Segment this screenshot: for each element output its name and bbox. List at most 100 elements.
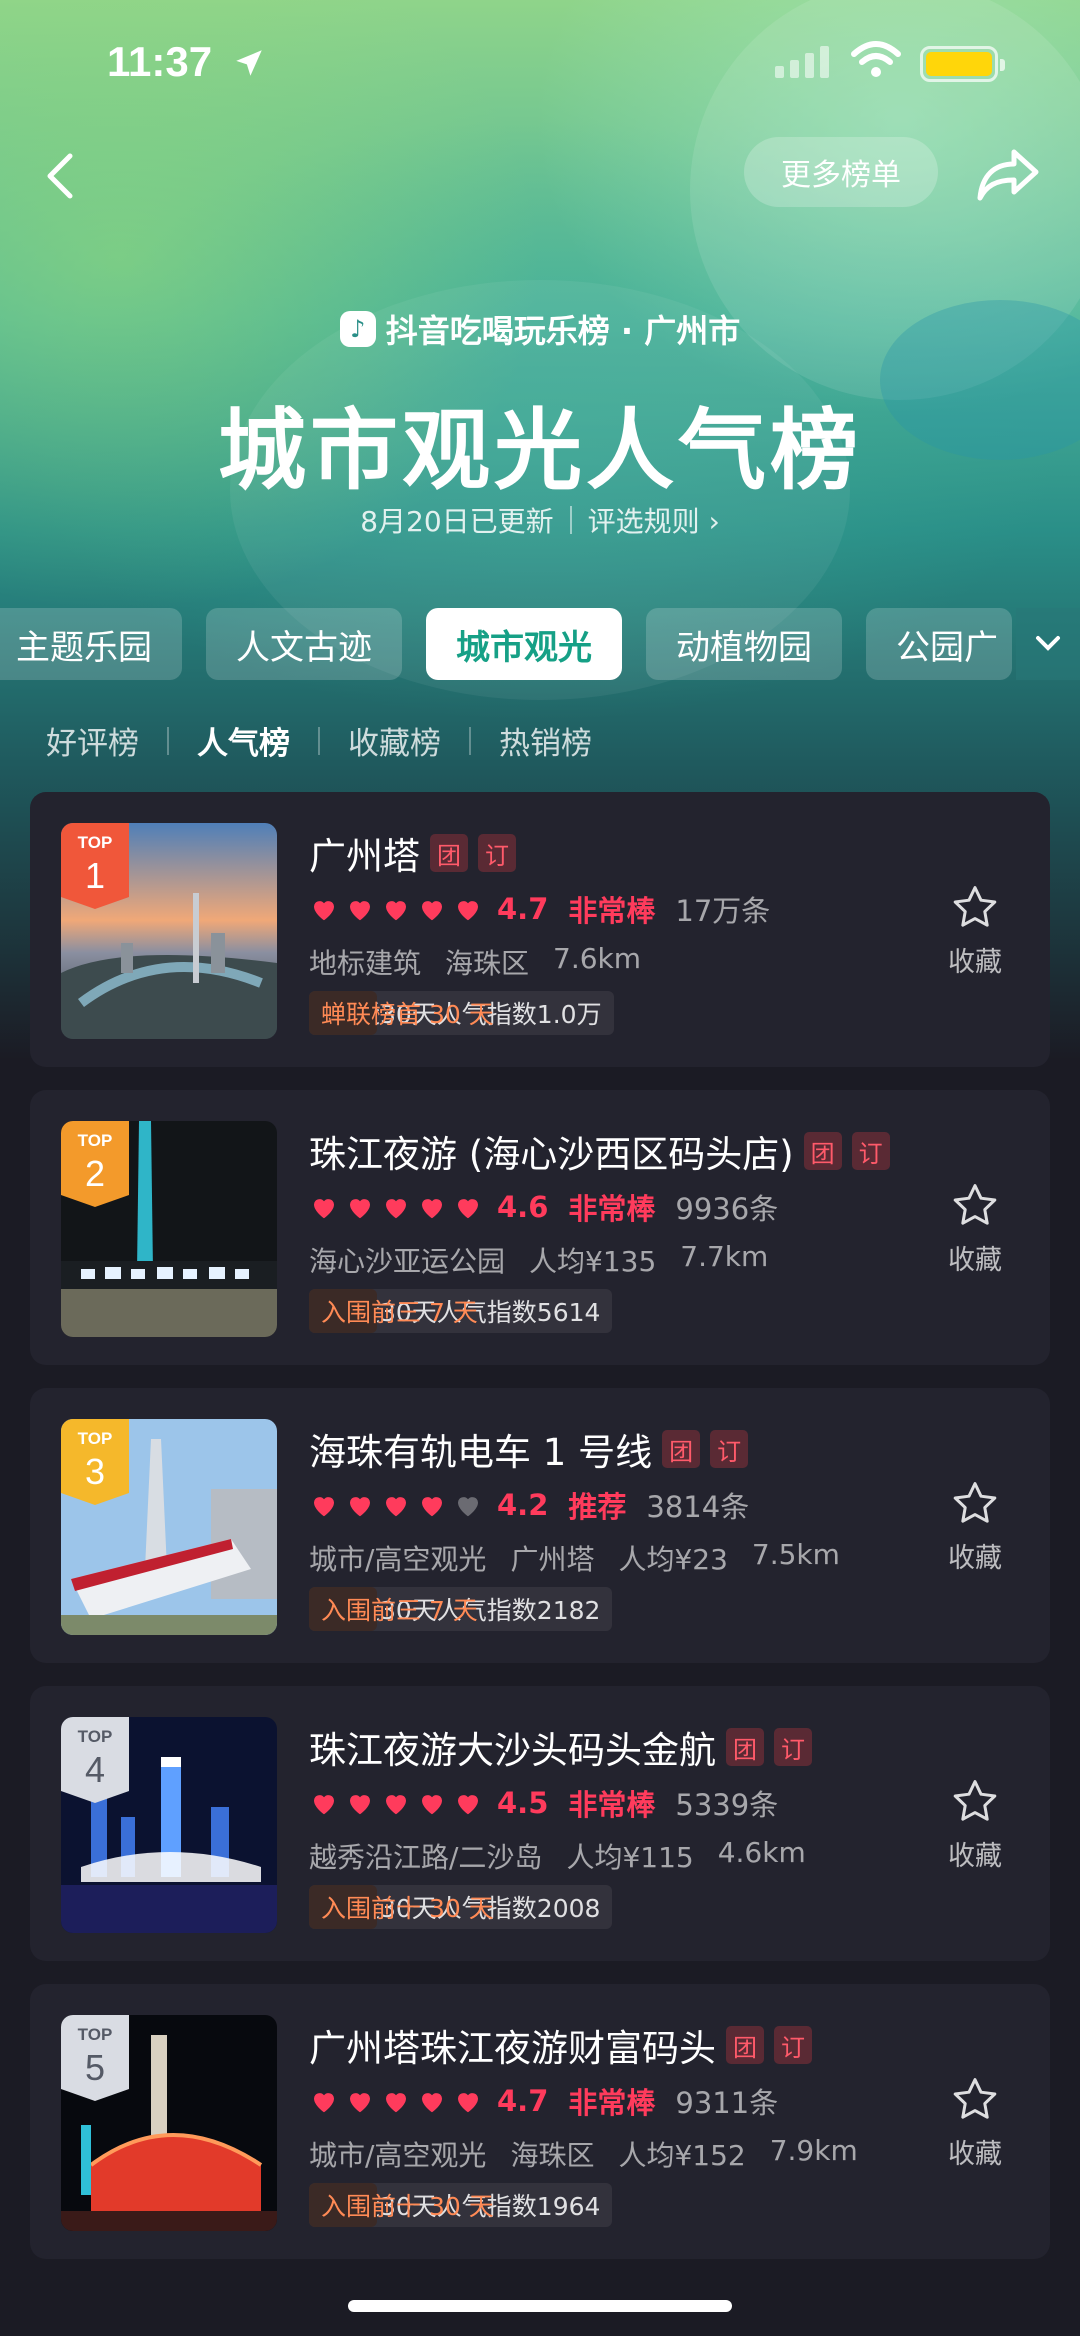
back-icon[interactable]: [40, 148, 80, 204]
list-item[interactable]: TOP 2 珠江夜游 (海心沙西区码头店) 团 订 4.6 非常棒 9936条 …: [30, 1090, 1050, 1365]
attraction-name[interactable]: 珠江夜游 (海心沙西区码头店): [309, 1124, 794, 1178]
rank-number: 5: [84, 2047, 106, 2088]
meta-item: 人均¥23: [618, 1543, 728, 1576]
brand-line: ♪ 抖音吃喝玩乐榜 · 广州市: [0, 306, 1080, 352]
star-icon: [953, 886, 997, 927]
meta-item: 广州塔: [510, 1543, 595, 1576]
tab-park[interactable]: 公园广: [866, 608, 1012, 680]
ranking-badge: 入围前三 7 天: [309, 1289, 478, 1333]
favorite-button[interactable]: 收藏: [930, 1182, 1020, 1277]
heart-rating-icon: [350, 2093, 370, 2113]
heart-rating-icon: [386, 1497, 406, 1517]
heart-rating-icon: [350, 1795, 370, 1815]
group-buy-tag: 团: [803, 1132, 842, 1170]
meta-item: 越秀沿江路/二沙岛: [309, 1841, 543, 1874]
favorite-button[interactable]: 收藏: [930, 884, 1020, 979]
heart-rating-icon: [422, 2093, 442, 2113]
rank-number: 1: [84, 855, 106, 896]
tab-city-sightseeing[interactable]: 城市观光: [426, 608, 622, 680]
rating-row: 4.5 非常棒 5339条: [309, 1782, 778, 1824]
group-buy-tag: 团: [726, 1728, 764, 1766]
chevron-right-icon: ›: [708, 505, 720, 538]
rating-row: 4.7 非常棒 9311条: [309, 2080, 778, 2122]
reservation-tag: 订: [774, 2026, 812, 2064]
attraction-thumbnail[interactable]: TOP 2: [61, 1121, 277, 1337]
meta-item: 人均¥135: [529, 1245, 657, 1278]
heart-rating-icon: [350, 901, 370, 921]
ranking-badge: 入围前三 7 天: [309, 1587, 478, 1631]
rating-score: 4.7: [497, 2084, 549, 2118]
location-arrow-icon: [236, 50, 262, 76]
heart-rating-icon: [350, 1497, 370, 1517]
reservation-tag: 订: [710, 1430, 749, 1468]
group-buy-tag: 团: [430, 834, 468, 872]
meta-item: 海心沙亚运公园: [309, 1245, 506, 1278]
rating-row: 4.6 非常棒 9936条: [309, 1186, 778, 1228]
list-item[interactable]: TOP 5 广州塔珠江夜游财富码头 团 订 4.7 非常棒 9311条 城市/高…: [30, 1984, 1050, 2259]
rating-row: 4.2 推荐 3814条: [309, 1484, 749, 1526]
heart-rating-icon: [386, 1795, 406, 1815]
attraction-name[interactable]: 珠江夜游大沙头码头金航: [309, 1720, 716, 1774]
attraction-name[interactable]: 海珠有轨电车 1 号线: [309, 1422, 652, 1476]
rank-number: 3: [84, 1451, 106, 1492]
meta-item: 7.5km: [751, 1538, 840, 1571]
favorite-label: 收藏: [948, 1543, 1002, 1574]
star-icon: [953, 1780, 997, 1821]
brand-text: 抖音吃喝玩乐榜 · 广州市: [385, 312, 741, 350]
attraction-thumbnail[interactable]: TOP 4: [61, 1717, 277, 1933]
attraction-name[interactable]: 广州塔珠江夜游财富码头: [309, 2018, 716, 2072]
heart-rating-icon: [422, 1199, 442, 1219]
list-item[interactable]: TOP 4 珠江夜游大沙头码头金航 团 订 4.5 非常棒 5339条 越秀沿江…: [30, 1686, 1050, 1961]
subtab-bestsellers[interactable]: 热销榜: [499, 718, 592, 763]
list-item[interactable]: TOP 1 广州塔 团 订 4.7 非常棒 17万条 地标建筑 海珠区 7.6km …: [30, 792, 1050, 1067]
rating-level: 非常棒: [568, 1788, 656, 1822]
tab-theme-park[interactable]: 主题乐园: [0, 608, 182, 680]
tab-zoo-garden[interactable]: 动植物园: [646, 608, 842, 680]
favorite-button[interactable]: 收藏: [930, 2076, 1020, 2171]
reservation-tag: 订: [478, 834, 516, 872]
rank-number: 4: [84, 1749, 106, 1790]
attraction-thumbnail[interactable]: TOP 3: [61, 1419, 277, 1635]
rating-score: 4.6: [497, 1190, 549, 1224]
favorite-button[interactable]: 收藏: [930, 1480, 1020, 1575]
heart-rating-icon: [314, 1497, 334, 1517]
heart-rating-icon: [314, 901, 334, 921]
tab-heritage[interactable]: 人文古迹: [206, 608, 402, 680]
page-title: 城市观光人气榜: [217, 399, 862, 502]
rating-row: 4.7 非常棒 17万条: [309, 888, 770, 930]
subtab-popularity[interactable]: 人气榜: [197, 718, 290, 763]
more-lists-button[interactable]: 更多榜单: [744, 137, 938, 207]
subtab-rating[interactable]: 好评榜: [46, 718, 139, 763]
heart-rating-icon: [458, 901, 478, 921]
meta-item: 人均¥115: [566, 1841, 694, 1874]
attraction-thumbnail[interactable]: TOP 5: [61, 2015, 277, 2231]
heart-rating-icon: [314, 1199, 334, 1219]
heart-rating-icon: [458, 1497, 478, 1517]
rating-score: 4.5: [497, 1786, 549, 1820]
heart-rating-icon: [458, 2093, 478, 2113]
meta-item: 城市/高空观光: [309, 1543, 487, 1576]
meta-row: 地标建筑 海珠区 7.6km: [309, 942, 641, 982]
favorite-button[interactable]: 收藏: [930, 1778, 1020, 1873]
rank-ribbon: TOP 5: [61, 2015, 129, 2101]
star-icon: [953, 1482, 997, 1523]
share-icon[interactable]: [976, 146, 1040, 202]
meta-item: 城市/高空观光: [309, 2139, 487, 2172]
subtab-favorites[interactable]: 收藏榜: [348, 718, 441, 763]
star-icon: [953, 2078, 997, 2119]
rules-link[interactable]: 评选规则 ›: [588, 500, 720, 540]
group-buy-tag: 团: [726, 2026, 764, 2064]
meta-row: 城市/高空观光 广州塔 人均¥23 7.5km: [309, 1538, 840, 1578]
attraction-thumbnail[interactable]: TOP 1: [61, 823, 277, 1039]
expand-categories-button[interactable]: [1016, 608, 1080, 680]
category-tabs: 主题乐园 人文古迹 城市观光 动植物园 公园广: [0, 608, 1012, 680]
updated-text: 8月20日已更新: [360, 505, 554, 538]
review-count: 17万条: [675, 894, 771, 928]
rank-ribbon: TOP 2: [61, 1121, 129, 1207]
heart-rating-icon: [458, 1199, 478, 1219]
meta-item: 海珠区: [445, 947, 530, 980]
home-indicator: [348, 2300, 732, 2312]
list-item[interactable]: TOP 3 海珠有轨电车 1 号线 团 订 4.2 推荐 3814条 城市/高空…: [30, 1388, 1050, 1663]
rating-level: 推荐: [568, 1490, 627, 1524]
attraction-name[interactable]: 广州塔: [309, 826, 420, 880]
